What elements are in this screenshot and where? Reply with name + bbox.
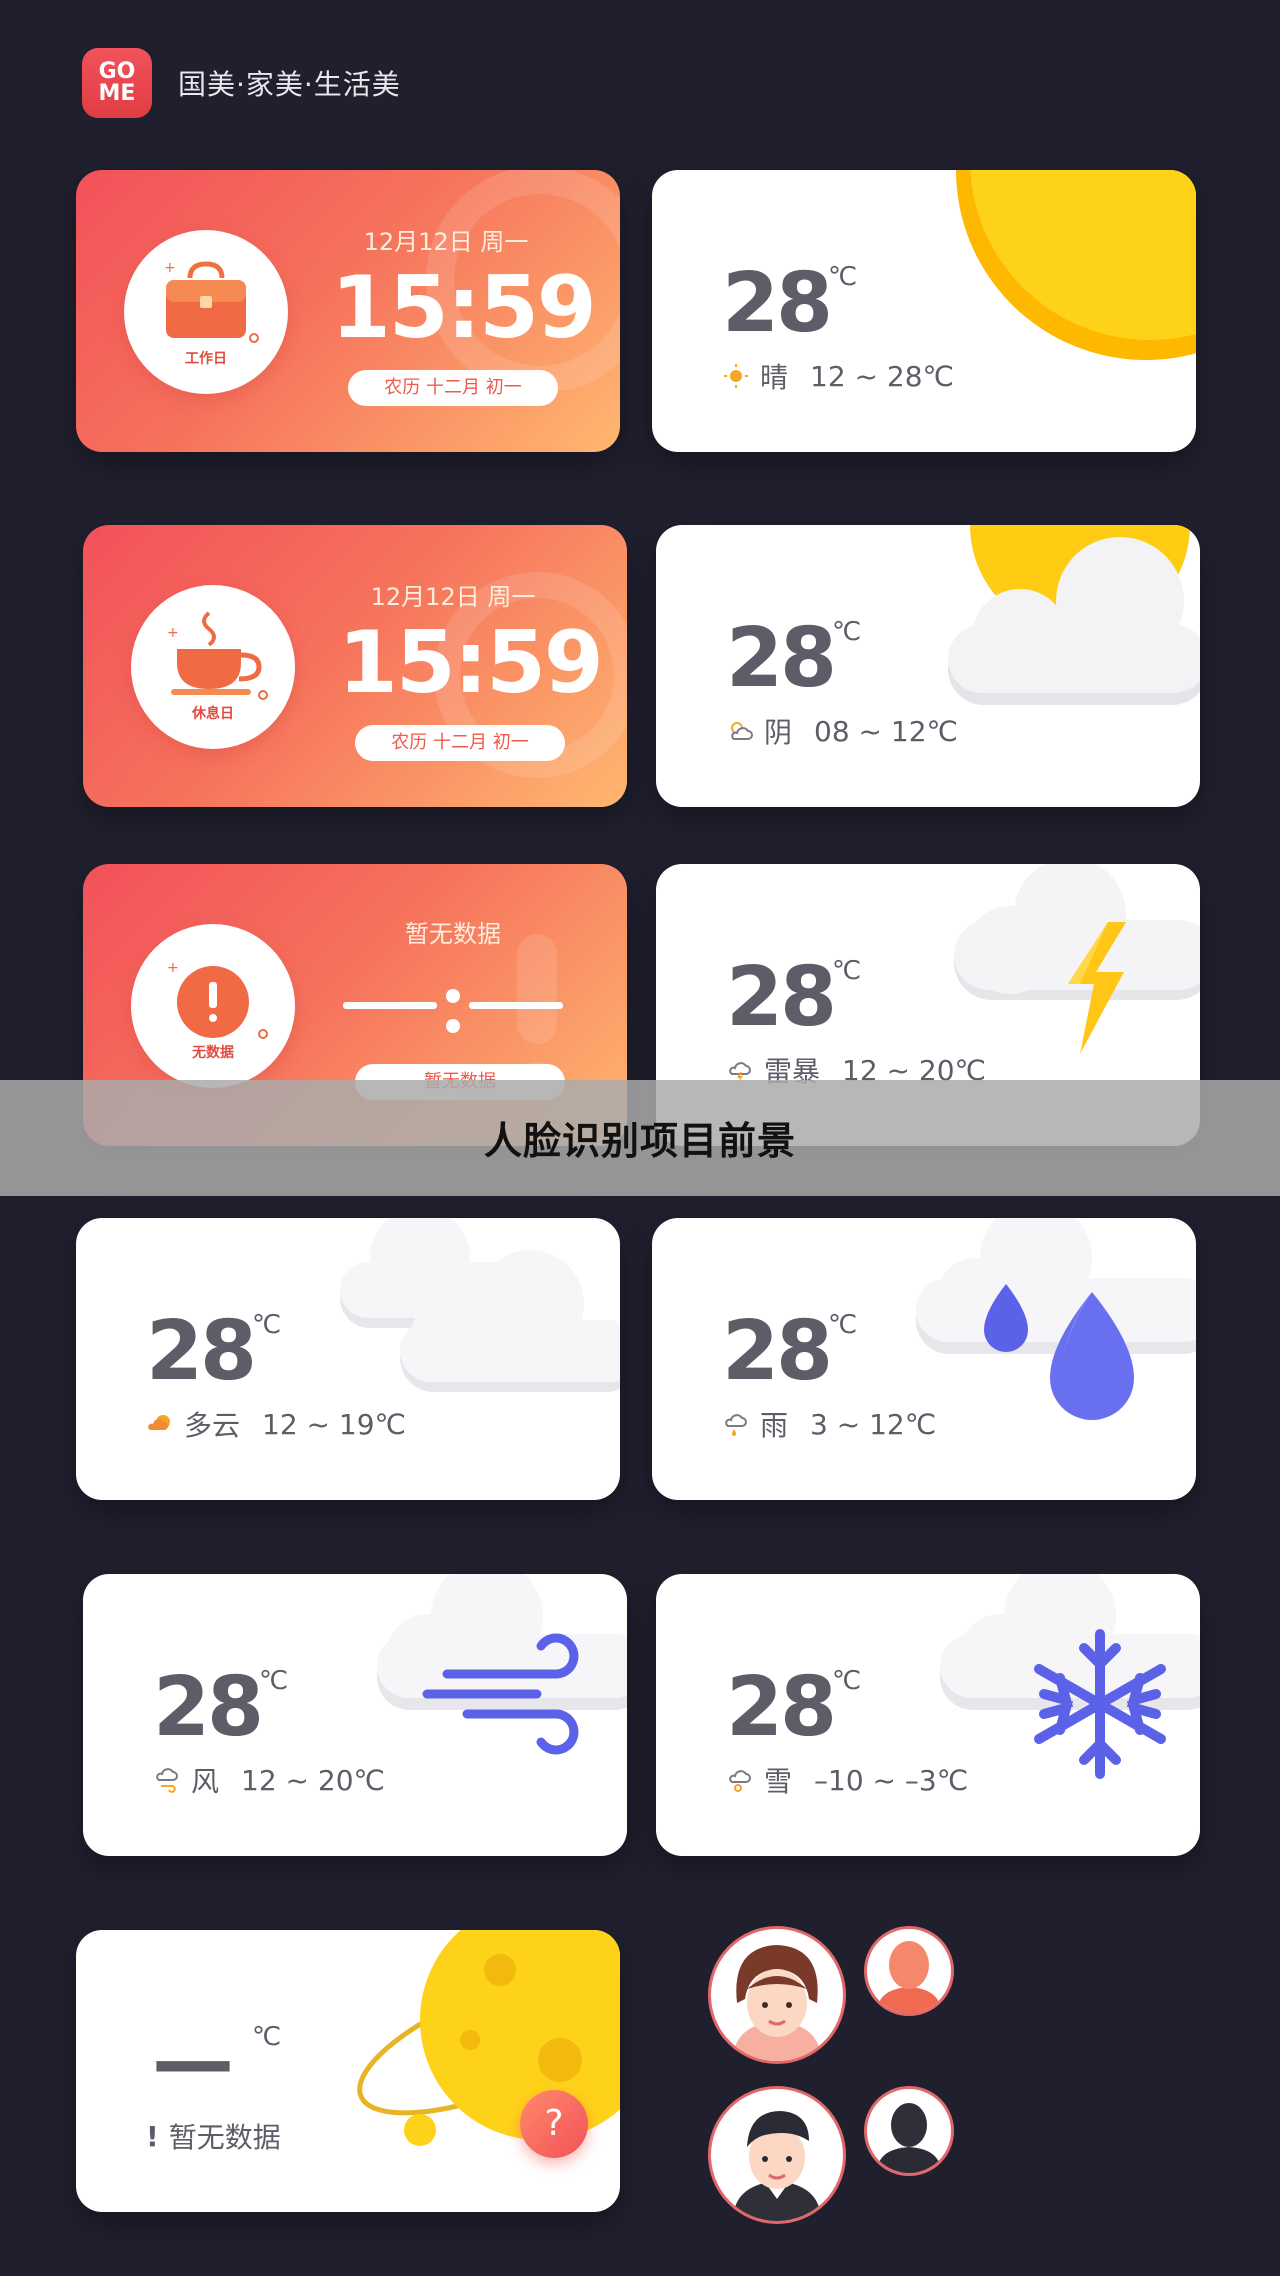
condition-row: ! 暂无数据 (146, 2116, 281, 2156)
small-cloudy-icon (731, 722, 753, 740)
date-text: 12月12日 周一 (370, 583, 536, 611)
condition-label: 多云 (184, 1409, 241, 1442)
moon-icon (357, 1930, 620, 2146)
lunar-date-pill: 农历 十二月 初一 (355, 725, 565, 761)
condition-row: 阴 08 ~ 12℃ (726, 711, 958, 751)
alert-mark: ! (146, 2119, 159, 2153)
nodata-title: 暂无数据 (405, 920, 501, 948)
temp-range: 12 ~ 20℃ (241, 1763, 385, 1797)
clouds-icon (340, 1218, 620, 1392)
nodata-badge: + 无数据 (131, 924, 295, 1088)
small-cloudy-icon (148, 1415, 170, 1430)
brand-slogan: 国美·家美·生活美 (178, 68, 401, 101)
sun-icon (956, 170, 1196, 360)
avatar-female-placeholder (864, 1926, 954, 2016)
temperature: 28 (722, 256, 833, 351)
gome-logo: GO ME (82, 48, 152, 118)
temp-range: –10 ~ –3℃ (814, 1763, 969, 1797)
temp-range: 12 ~ 19℃ (262, 1407, 406, 1441)
temperature: 28 (722, 1304, 833, 1399)
weather-card-overcast[interactable]: 28 ℃ 阴 08 ~ 12℃ (656, 525, 1200, 807)
condition-label: 雪 (764, 1765, 793, 1798)
date-text: 12月12日 周一 (363, 228, 529, 256)
logo-text-top: GO (98, 59, 136, 84)
condition-row: 晴 12 ~ 28℃ (722, 356, 954, 396)
condition-row: 雨 3 ~ 12℃ (722, 1404, 936, 1444)
workday-badge: + 工作日 (124, 230, 288, 394)
condition-label: 阴 (764, 716, 793, 749)
briefcase-icon: + (164, 260, 259, 343)
temperature: 28 (726, 611, 837, 706)
svg-text:+: + (164, 260, 176, 276)
avatar-male (708, 2086, 846, 2224)
temperature-unit: ℃ (252, 1310, 282, 1340)
male-face-icon (733, 2111, 821, 2221)
time-card-workday[interactable]: + 工作日 12月12日 周一 15:59 农历 十二月 初一 (76, 170, 620, 452)
avatar-female (708, 1926, 846, 2064)
logo-text-bottom: ME (98, 81, 136, 106)
weather-card-sunny[interactable]: 28 ℃ 晴 12 ~ 28℃ (652, 170, 1196, 452)
temperature-placeholder: — (152, 2014, 234, 2109)
weather-card-nodata[interactable]: — ℃ ! 暂无数据 ? (76, 1930, 620, 2212)
temperature-unit: ℃ (832, 617, 862, 647)
time-text: 15:59 (338, 613, 604, 713)
female-face-icon (733, 1945, 821, 2061)
female-silhouette-icon (877, 1941, 941, 2013)
lunar-date-pill: 农历 十二月 初一 (348, 370, 558, 406)
small-rain-icon (725, 1414, 747, 1436)
empty-time-placeholder (343, 989, 563, 1033)
avatar-male-placeholder (864, 2086, 954, 2176)
small-wind-icon (156, 1768, 178, 1793)
rain-icon (916, 1218, 1196, 1420)
temperature-unit: ℃ (832, 956, 862, 986)
weather-card-rain[interactable]: 28 ℃ 雨 3 ~ 12℃ (652, 1218, 1196, 1500)
alert-icon: + (167, 960, 268, 1039)
nodata-message: 暂无数据 (168, 2121, 281, 2154)
condition-label: 风 (191, 1765, 220, 1798)
weather-card-snow[interactable]: 28 ℃ 雪 –10 ~ –3℃ (656, 1574, 1200, 1856)
time-card-restday[interactable]: + 休息日 12月12日 周一 15:59 农历 十二月 初一 (83, 525, 627, 807)
temperature: 28 (146, 1304, 257, 1399)
temperature-unit: ℃ (832, 1666, 862, 1696)
weather-card-cloudy[interactable]: 28 ℃ 多云 12 ~ 19℃ (76, 1218, 620, 1500)
temp-range: 3 ~ 12℃ (810, 1407, 937, 1441)
temperature: 28 (726, 950, 837, 1045)
restday-badge: + 休息日 (131, 585, 295, 749)
header: GO ME 国美·家美·生活美 (82, 48, 401, 118)
coffee-cup-icon: + (167, 611, 268, 700)
small-snow-icon (729, 1770, 751, 1792)
temperature-unit: ℃ (828, 262, 858, 292)
condition-row: 多云 12 ~ 19℃ (146, 1404, 406, 1444)
overlay-title: 人脸识别项目前景 (483, 1119, 796, 1163)
svg-text:+: + (167, 625, 179, 641)
temperature-unit: ℃ (259, 1666, 289, 1696)
badge-label: 休息日 (192, 706, 234, 722)
condition-label: 雨 (760, 1409, 789, 1442)
condition-row: 雪 –10 ~ –3℃ (726, 1760, 968, 1800)
temperature: 28 (153, 1660, 264, 1755)
condition-label: 晴 (760, 361, 789, 394)
weather-card-wind[interactable]: 28 ℃ 风 12 ~ 20℃ (83, 1574, 627, 1856)
temp-range: 12 ~ 28℃ (810, 359, 954, 393)
temperature-unit: ℃ (828, 1310, 858, 1340)
temp-range: 08 ~ 12℃ (814, 714, 958, 748)
snow-icon (940, 1574, 1200, 1779)
cloudy-sun-icon (948, 525, 1200, 705)
condition-row: 风 12 ~ 20℃ (153, 1760, 385, 1800)
svg-text:+: + (167, 960, 179, 976)
help-button[interactable]: ? (520, 2090, 588, 2158)
wind-icon (377, 1574, 627, 1755)
male-silhouette-icon (877, 2103, 941, 2173)
time-text: 15:59 (331, 258, 597, 358)
temperature-unit: ℃ (252, 2022, 282, 2052)
badge-label: 无数据 (192, 1045, 234, 1061)
badge-label: 工作日 (185, 351, 227, 367)
temperature: 28 (726, 1660, 837, 1755)
small-sun-icon (724, 364, 748, 388)
